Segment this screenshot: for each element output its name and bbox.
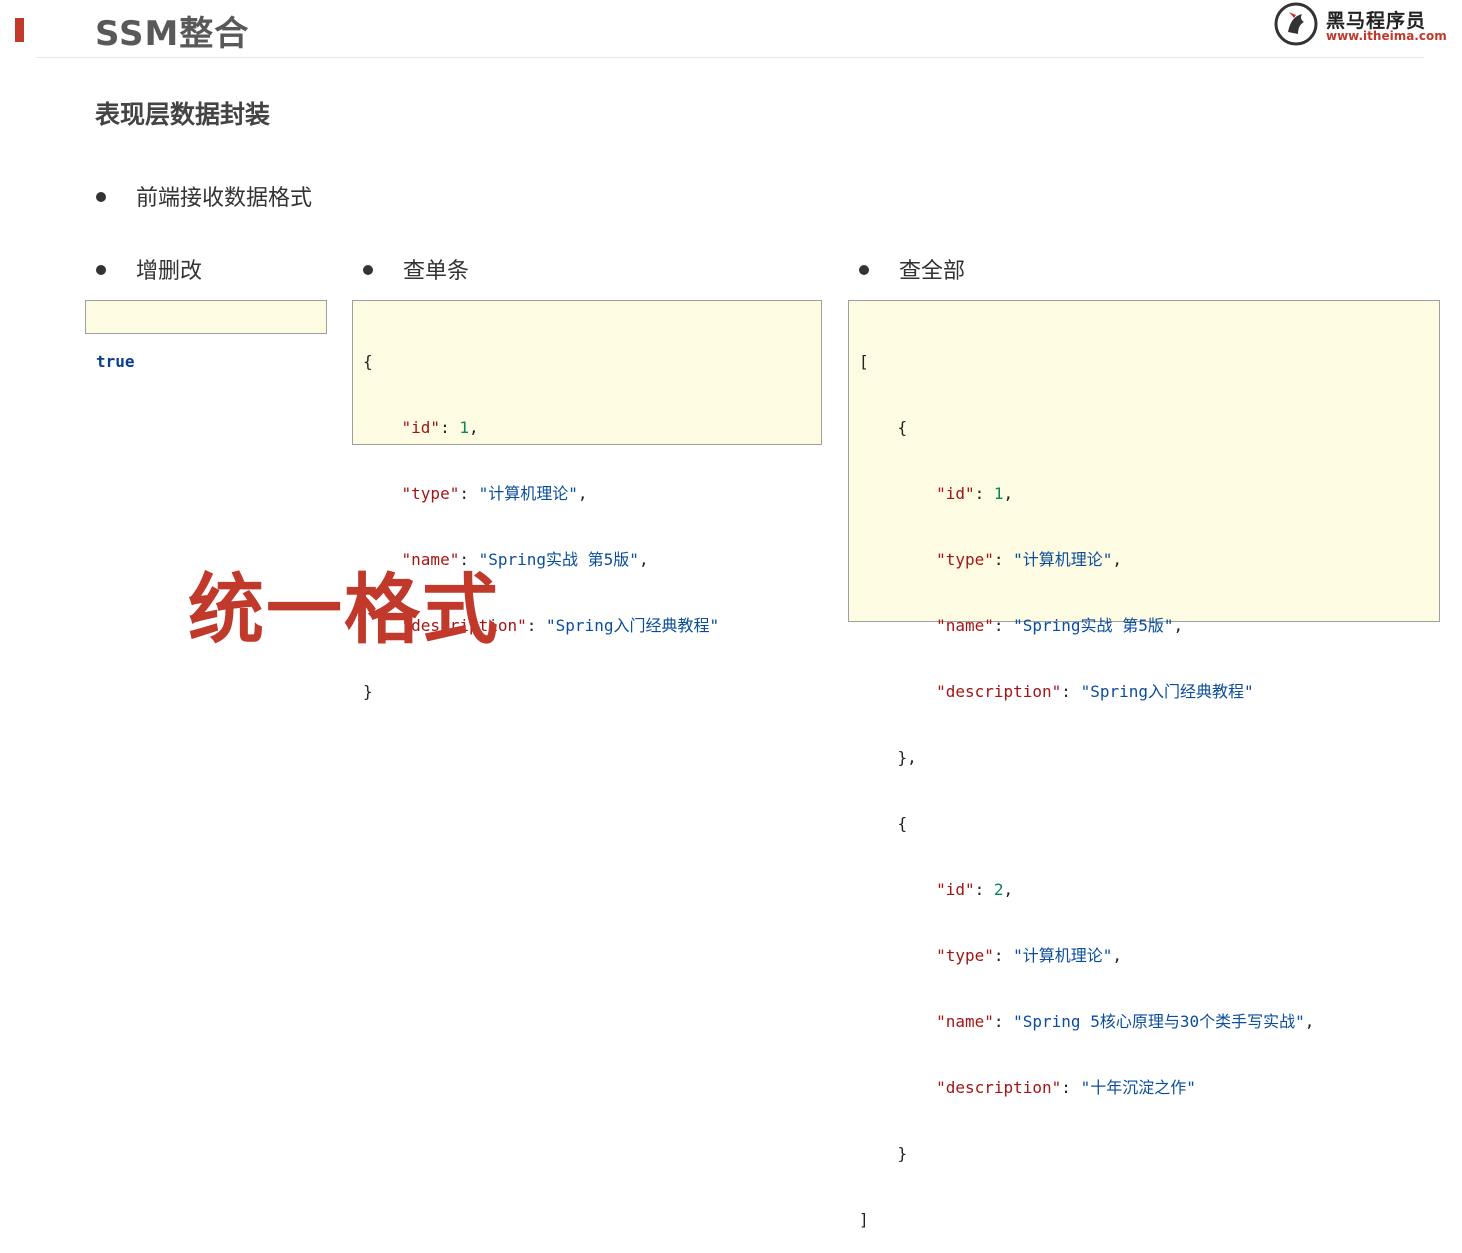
code-line: { — [897, 814, 908, 833]
boolean-value: true — [96, 352, 135, 371]
code-line: { — [897, 418, 908, 437]
bullet-dot — [859, 265, 869, 275]
bullet-col3: 查全部 — [859, 253, 965, 285]
code-line: ] — [859, 1210, 869, 1229]
code-line: } — [897, 1144, 908, 1163]
bullet-main-label: 前端接收数据格式 — [136, 186, 313, 211]
code-line: { — [363, 352, 373, 371]
page-title: SSM整合 — [95, 14, 250, 54]
accent-bar — [15, 18, 24, 42]
code-line: [ — [859, 352, 869, 371]
code-line: "type": "计算机理论", — [936, 550, 1123, 569]
logo-url: www.itheima.com — [1326, 29, 1447, 43]
brand-logo: 黑马程序员 www.itheima.com — [1274, 2, 1447, 46]
code-box-boolean: true — [85, 300, 327, 371]
bullet-main: 前端接收数据格式 — [96, 180, 312, 212]
horse-logo-icon — [1274, 2, 1318, 46]
code-line: "id": 1, — [936, 484, 1014, 503]
code-box-list: [ { "id": 1, "type": "计算机理论", "name": "S… — [848, 300, 1440, 1229]
code-line: "name": "Spring实战 第5版", — [936, 616, 1184, 635]
bullet-col1: 增删改 — [96, 253, 202, 285]
code-box-single: { "id": 1, "type": "计算机理论", "name": "Spr… — [352, 300, 822, 701]
code-line: "id": 1, — [401, 418, 479, 437]
bullet-dot — [96, 192, 106, 202]
bullet-col1-label: 增删改 — [136, 259, 203, 284]
header-divider — [36, 57, 1424, 58]
bullet-dot — [96, 265, 106, 275]
code-line: "description": "Spring入门经典教程" — [936, 682, 1254, 701]
code-line: } — [363, 682, 373, 701]
bullet-col3-label: 查全部 — [899, 259, 966, 284]
bullet-dot — [363, 265, 373, 275]
code-line: "name": "Spring 5核心原理与30个类手写实战", — [936, 1012, 1315, 1031]
code-line: "id": 2, — [936, 880, 1014, 899]
bullet-col2: 查单条 — [363, 253, 469, 285]
code-line: "type": "计算机理论", — [936, 946, 1123, 965]
code-line: "description": "十年沉淀之作" — [936, 1078, 1196, 1097]
bullet-col2-label: 查单条 — [403, 259, 470, 284]
section-subtitle: 表现层数据封装 — [95, 100, 271, 129]
callout-unified-format: 统一格式 — [188, 565, 500, 654]
code-line: "type": "计算机理论", — [401, 484, 588, 503]
code-line: }, — [897, 748, 917, 767]
